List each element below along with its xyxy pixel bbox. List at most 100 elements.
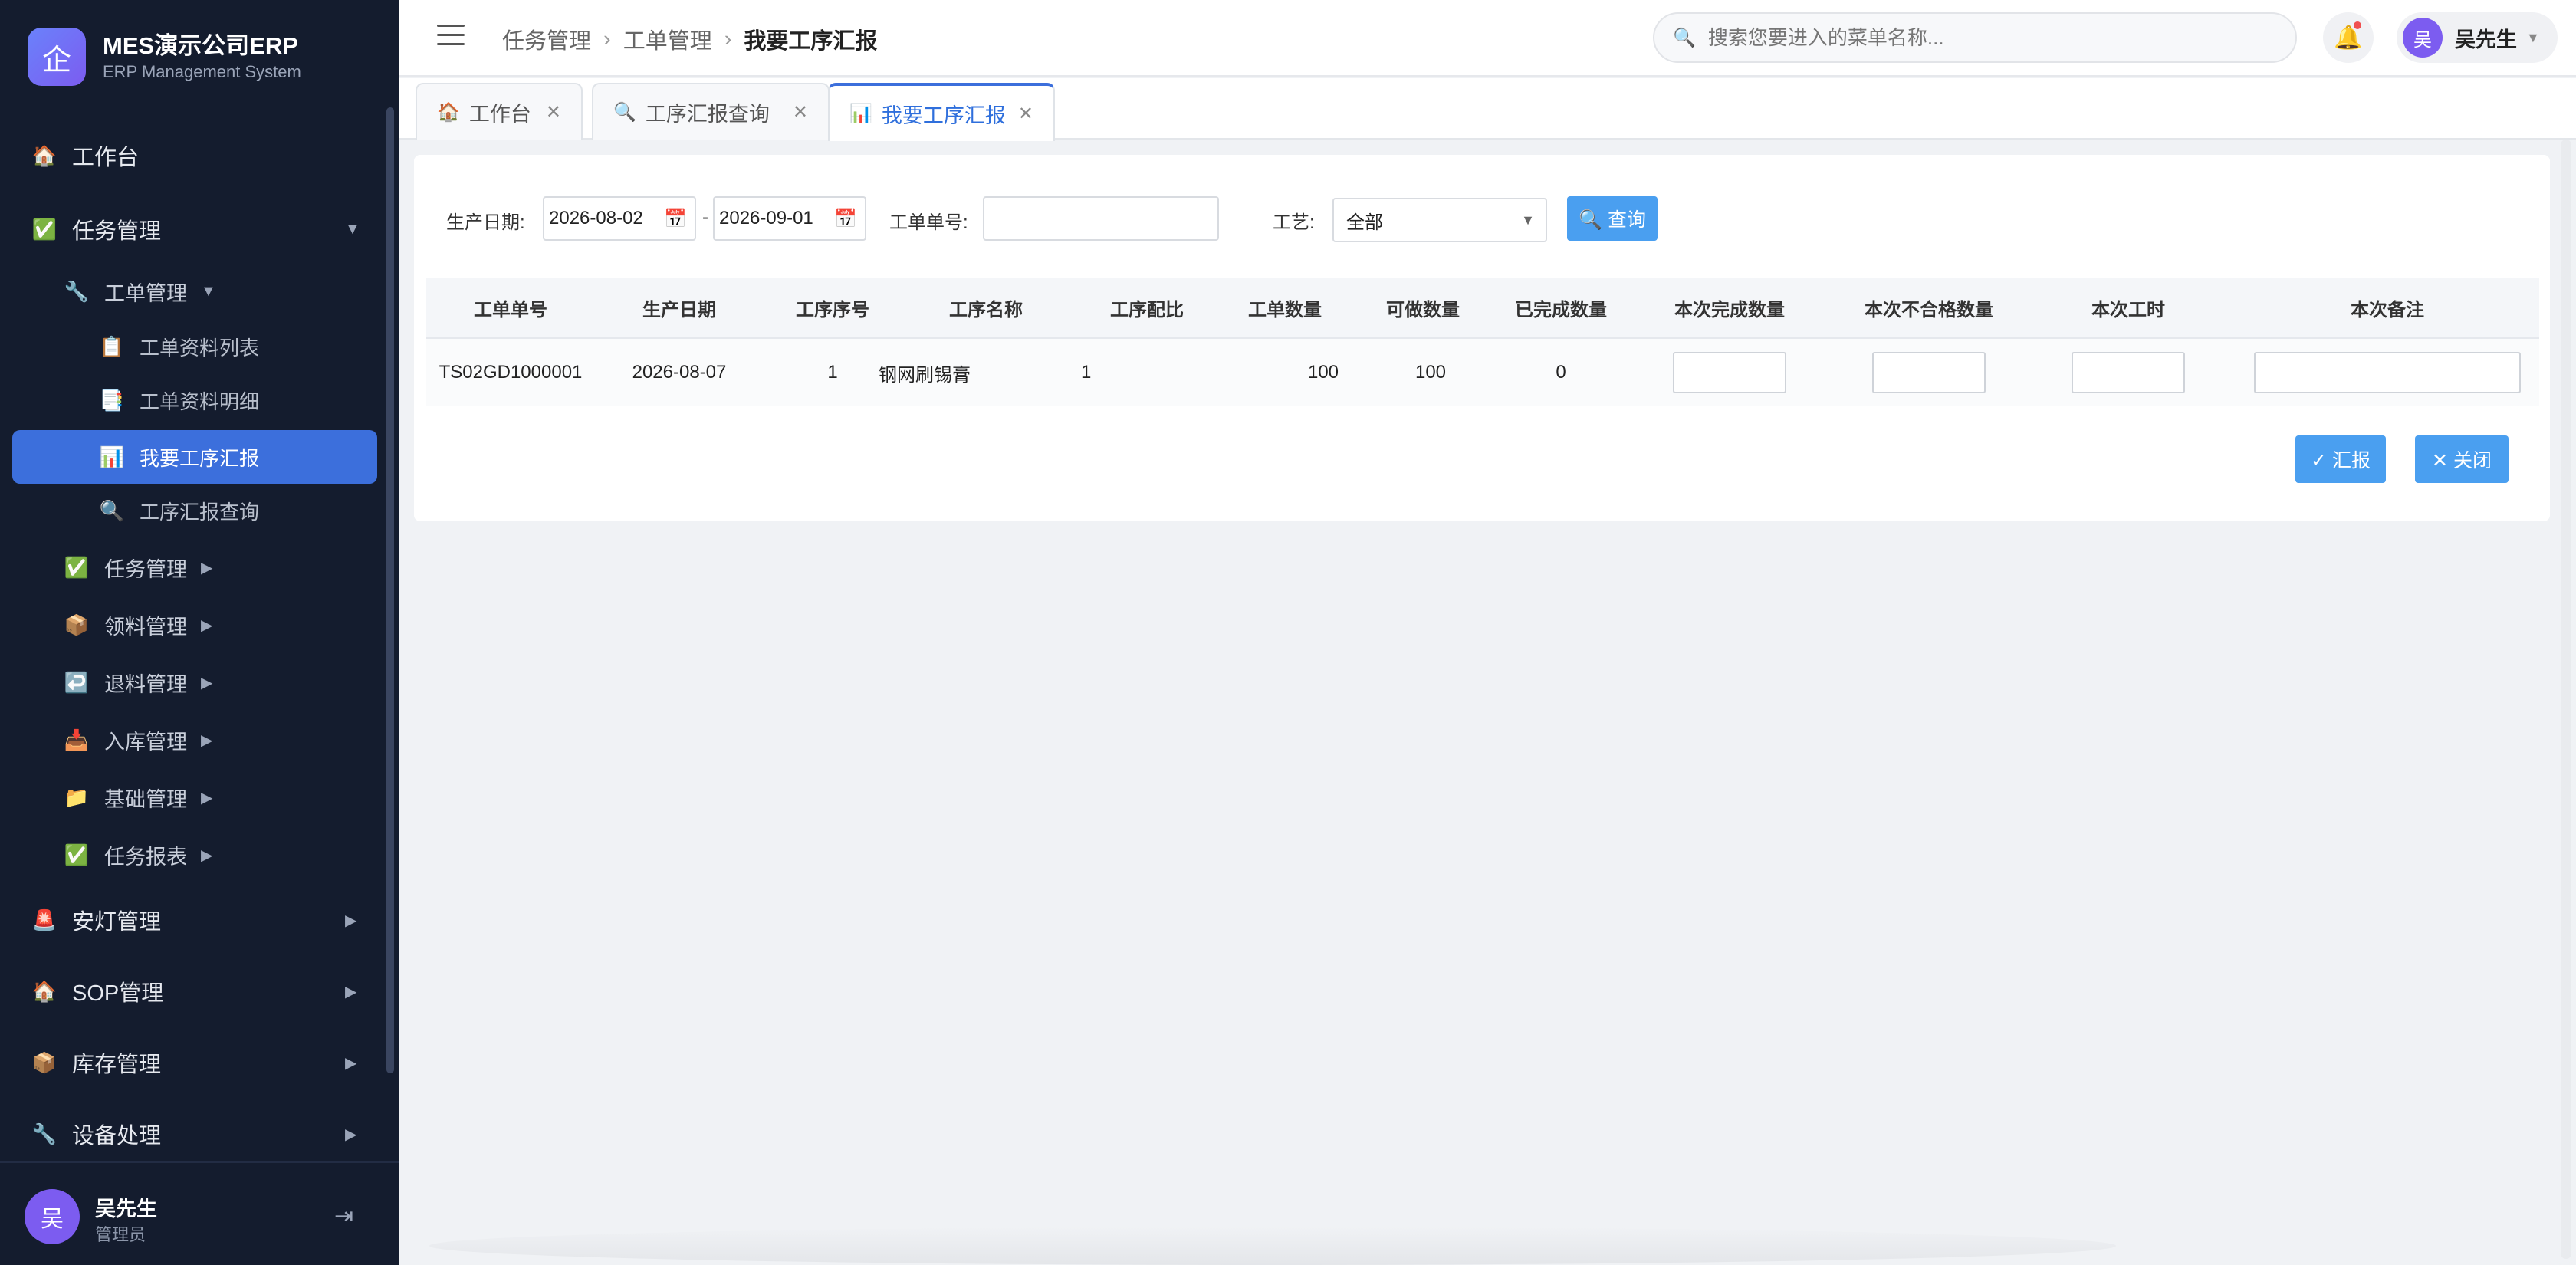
sidebar-item-label: 工序汇报查询 (140, 500, 260, 524)
column-header: 工序配比 (1110, 299, 1184, 320)
sidebar-item-material-return[interactable]: ↩️ 退料管理 ▶ (0, 656, 391, 709)
chevron-right-icon: ▶ (201, 674, 213, 692)
completed-qty-input[interactable] (1673, 352, 1786, 393)
chevron-down-icon: ▼ (2526, 29, 2540, 45)
sidebar-item-label: 任务管理 (104, 557, 187, 581)
defective-qty-input[interactable] (1872, 352, 1986, 393)
sidebar-item-work-order-detail[interactable]: 📑 工单资料明细 (0, 373, 391, 427)
order-no-label: 工单单号: (889, 212, 968, 233)
bottom-shadow (429, 1227, 2116, 1265)
breadcrumb-item[interactable]: 任务管理 (502, 23, 591, 55)
sidebar-item-label: 我要工序汇报 (140, 446, 260, 470)
table-row: TS02GD1000001 2026-08-07 1 钢网刷锡膏 1 100 1… (426, 339, 2539, 406)
sidebar-item-task-report[interactable]: ✅ 任务报表 ▶ (0, 828, 391, 882)
search-input[interactable] (1707, 25, 2275, 50)
chart-icon: 📊 (849, 103, 872, 124)
chevron-right-icon: ▶ (345, 983, 357, 1001)
sidebar-item-label: 领料管理 (104, 615, 187, 639)
date-from-field[interactable]: 2026-08-02 📅 (543, 196, 696, 241)
remark-input[interactable] (2254, 352, 2521, 393)
sidebar-item-label: 安灯管理 (72, 910, 162, 935)
chart-icon: 📊 (99, 445, 125, 468)
brand-subtitle: ERP Management System (103, 62, 301, 81)
breadcrumb-separator: › (603, 26, 611, 51)
home-icon: 🏠 (31, 143, 58, 167)
column-header: 已完成数量 (1515, 299, 1607, 320)
chevron-down-icon: ▼ (201, 282, 216, 300)
brand-logo: 企 (28, 28, 86, 86)
sidebar-item-task-management-sub[interactable]: ✅ 任务管理 ▶ (0, 540, 391, 594)
date-separator: - (702, 207, 708, 228)
column-header: 本次不合格数量 (1865, 299, 1993, 320)
close-button[interactable]: ✕ 关闭 (2415, 435, 2509, 483)
breadcrumb-item[interactable]: 工单管理 (623, 23, 712, 55)
sidebar-item-label: 退料管理 (104, 672, 187, 696)
sidebar-item-process-report-query[interactable]: 🔍 工序汇报查询 (0, 484, 391, 537)
sidebar-item-process-report[interactable]: 📊 我要工序汇报 (12, 430, 377, 484)
chevron-right-icon: ▶ (201, 731, 213, 749)
sidebar-item-equipment[interactable]: 🔧 设备处理 ▶ (0, 1103, 391, 1154)
chevron-right-icon: ▶ (345, 1125, 357, 1143)
sidebar-item-label: 任务报表 (104, 845, 187, 869)
sidebar-item-label: 入库管理 (104, 730, 187, 754)
process-select[interactable]: 全部 ▼ (1332, 198, 1547, 242)
report-button[interactable]: ✓ 汇报 (2295, 435, 2386, 483)
sidebar-item-workbench[interactable]: 🏠 工作台 (0, 125, 391, 186)
process-select-value: 全部 (1346, 212, 1383, 233)
chevron-down-icon: ▼ (1521, 212, 1535, 228)
home-icon: 🏠 (31, 979, 58, 1003)
logout-icon[interactable]: ⇥ (334, 1203, 353, 1230)
sidebar-item-andon-management[interactable]: 🚨 安灯管理 ▶ (0, 889, 391, 951)
close-icon[interactable]: ✕ (793, 101, 808, 123)
sidebar: 企 MES演示公司ERP ERP Management System 🏠 工作台… (0, 0, 399, 1265)
cell-available: 100 (1414, 362, 1447, 383)
sidebar-item-label: SOP管理 (72, 981, 164, 1006)
chevron-right-icon: ▶ (345, 912, 357, 929)
chevron-right-icon: ▶ (201, 846, 213, 864)
content-scrollbar[interactable] (2561, 140, 2571, 1259)
menu-toggle-icon[interactable] (437, 25, 465, 48)
order-no-input[interactable] (983, 196, 1219, 241)
breadcrumb-separator: › (724, 26, 732, 51)
user-menu[interactable]: 吴 吴先生 ▼ (2397, 12, 2558, 63)
sidebar-item-label: 基础管理 (104, 787, 187, 811)
cell-process-name: 钢网刷锡膏 (879, 364, 971, 386)
column-header: 工序名称 (949, 299, 1023, 320)
tab-process-report-query[interactable]: 🔍 工序汇报查询 ✕ (592, 83, 830, 140)
date-to-value: 2026-09-01 (719, 208, 813, 228)
close-icon[interactable]: ✕ (1018, 103, 1033, 125)
sidebar-item-work-order-list[interactable]: 📋 工单资料列表 (0, 320, 391, 373)
sidebar-item-task-management[interactable]: ✅ 任务管理 ▼ (0, 199, 391, 260)
return-icon: ↩️ (64, 670, 90, 694)
chevron-right-icon: ▶ (345, 1054, 357, 1072)
query-button[interactable]: 🔍 查询 (1567, 196, 1658, 241)
sidebar-item-warehousing[interactable]: 📥 入库管理 ▶ (0, 713, 391, 767)
chevron-right-icon: ▶ (201, 789, 213, 807)
report-table: 工单单号 生产日期 工序序号 工序名称 工序配比 工单数量 可做数量 已完成数量… (426, 278, 2539, 406)
tab-workbench[interactable]: 🏠 工作台 ✕ (416, 83, 583, 140)
sidebar-scrollbar[interactable] (386, 107, 394, 1073)
chevron-right-icon: ▶ (201, 616, 213, 634)
sidebar-item-inventory-management[interactable]: 📦 库存管理 ▶ (0, 1032, 391, 1093)
sidebar-item-material-requisition[interactable]: 📦 领料管理 ▶ (0, 598, 391, 652)
folder-icon: 📁 (64, 785, 90, 809)
date-to-field[interactable]: 2026-09-01 📅 (713, 196, 866, 241)
brand-title: MES演示公司ERP (103, 32, 298, 59)
magnifier-icon: 🔍 (613, 101, 636, 123)
sidebar-item-label: 工单资料明细 (140, 389, 260, 413)
sidebar-item-basic-management[interactable]: 📁 基础管理 ▶ (0, 770, 391, 824)
sidebar-item-sop-management[interactable]: 🏠 SOP管理 ▶ (0, 961, 391, 1022)
sidebar-item-work-order-management[interactable]: 🔧 工单管理 ▼ (0, 264, 391, 318)
work-hours-input[interactable] (2072, 352, 2185, 393)
close-icon[interactable]: ✕ (546, 101, 561, 123)
table-header: 工单单号 生产日期 工序序号 工序名称 工序配比 工单数量 可做数量 已完成数量… (426, 278, 2539, 339)
notification-button[interactable]: 🔔 (2323, 12, 2374, 63)
tab-process-report[interactable]: 📊 我要工序汇报 ✕ (828, 83, 1055, 141)
report-card: 生产日期: 2026-08-02 📅 - 2026-09-01 📅 工单单号: … (414, 155, 2550, 521)
column-header: 本次备注 (2351, 299, 2424, 320)
user-name: 吴先生 (95, 1198, 157, 1221)
sidebar-item-label: 工作台 (72, 146, 140, 170)
date-from-value: 2026-08-02 (549, 208, 643, 228)
column-header: 本次工时 (2091, 299, 2165, 320)
breadcrumb-current: 我要工序汇报 (744, 29, 878, 54)
